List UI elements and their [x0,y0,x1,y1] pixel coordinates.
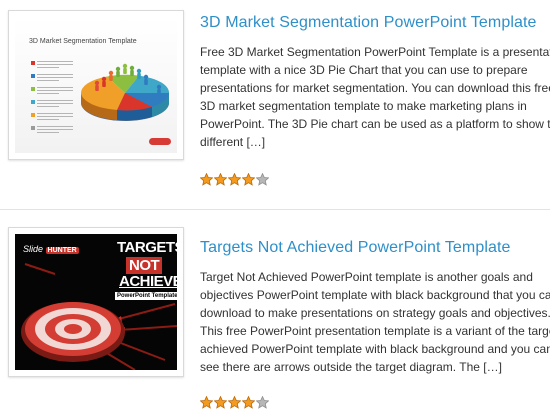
excerpt-line: achieved PowerPoint template with black … [200,342,550,356]
excerpt-line: Free 3D Market Segmentation PowerPoint T… [200,45,550,59]
excerpt-line: 3D market segmentation template to make … [200,99,527,113]
star-filled-icon[interactable] [228,173,241,186]
post-excerpt: Free 3D Market Segmentation PowerPoint T… [200,43,550,151]
slide-heading: NOT [126,257,163,274]
star-filled-icon[interactable] [214,173,227,186]
star-filled-icon[interactable] [200,396,213,409]
excerpt-line: template with a nice 3D Pie Chart that y… [200,63,528,77]
post-title-link[interactable]: 3D Market Segmentation PowerPoint Templa… [200,14,537,32]
slide-preview: Slide HUNTER TARGETS NOT ACHIEVED PowerP… [15,234,177,370]
star-empty-icon[interactable] [256,173,269,186]
excerpt-line: see there are arrows outside the target … [200,360,502,374]
brand-logo: Slide HUNTER [23,244,79,254]
slide-title: 3D Market Segmentation Template [29,38,137,45]
post-excerpt: Target Not Achieved PowerPoint template … [200,268,550,376]
excerpt-line: presentations for market segmentation. Y… [200,81,550,95]
slide-preview: 3D Market Segmentation Template [15,17,177,153]
star-filled-icon[interactable] [214,396,227,409]
post-card: 3D Market Segmentation Template 3D Marke… [0,0,550,200]
pie-chart-illustration [80,63,170,121]
star-filled-icon[interactable] [242,173,255,186]
excerpt-line: PowerPoint. The 3D Pie chart can be used… [200,117,550,131]
excerpt-line: objectives PowerPoint template with blac… [200,288,550,302]
brand-logo [149,138,171,145]
star-empty-icon[interactable] [256,396,269,409]
excerpt-line: different […] [200,135,266,149]
slide-heading: TARGETS [117,239,177,256]
post-thumbnail[interactable]: Slide HUNTER TARGETS NOT ACHIEVED PowerP… [8,227,184,377]
star-filled-icon[interactable] [228,396,241,409]
star-rating[interactable] [200,173,269,187]
slide-heading: ACHIEVED [119,273,177,290]
excerpt-line: Target Not Achieved PowerPoint template … [200,270,533,284]
post-card: Slide HUNTER TARGETS NOT ACHIEVED PowerP… [0,210,550,412]
post-title-link[interactable]: Targets Not Achieved PowerPoint Template [200,239,511,257]
slide-subheading: PowerPoint Template [115,292,177,300]
star-rating[interactable] [200,396,269,410]
excerpt-line: download to make presentations on strate… [200,306,550,320]
star-filled-icon[interactable] [242,396,255,409]
post-thumbnail[interactable]: 3D Market Segmentation Template [8,10,184,160]
excerpt-line: This free PowerPoint presentation templa… [200,324,550,338]
star-filled-icon[interactable] [200,173,213,186]
